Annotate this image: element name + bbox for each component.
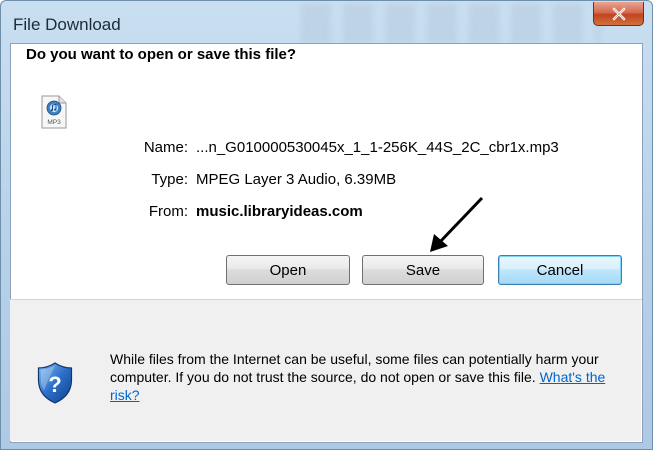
file-name-value: ...n_G010000530045x_1_1-256K_44S_2C_cbr1…	[196, 139, 559, 156]
file-type-value: MPEG Layer 3 Audio, 6.39MB	[196, 171, 397, 188]
close-icon	[612, 7, 625, 20]
from-label: From:	[148, 203, 188, 220]
mp3-icon-caption: MP3	[47, 119, 61, 126]
window-title: File Download	[13, 15, 121, 34]
svg-text:?: ?	[48, 372, 61, 397]
save-button[interactable]: Save	[362, 255, 484, 285]
name-label: Name:	[143, 139, 188, 156]
open-button[interactable]: Open	[226, 255, 350, 285]
download-question: Do you want to open or save this file?	[26, 46, 297, 63]
security-warning: While files from the Internet can be use…	[110, 350, 630, 404]
security-shield-icon: ?	[37, 362, 73, 404]
type-label: Type:	[151, 171, 188, 188]
annotation-arrow	[430, 196, 484, 252]
security-warning-text: While files from the Internet can be use…	[110, 351, 599, 385]
mp3-file-icon: MP3	[41, 95, 67, 129]
close-button[interactable]	[593, 2, 644, 26]
source-domain-value: music.libraryideas.com	[196, 203, 363, 220]
cancel-button[interactable]: Cancel	[498, 255, 622, 285]
footer-divider	[9, 299, 642, 300]
title-bar-background-blur	[301, 3, 601, 43]
title-bar[interactable]: File Download	[1, 1, 652, 43]
